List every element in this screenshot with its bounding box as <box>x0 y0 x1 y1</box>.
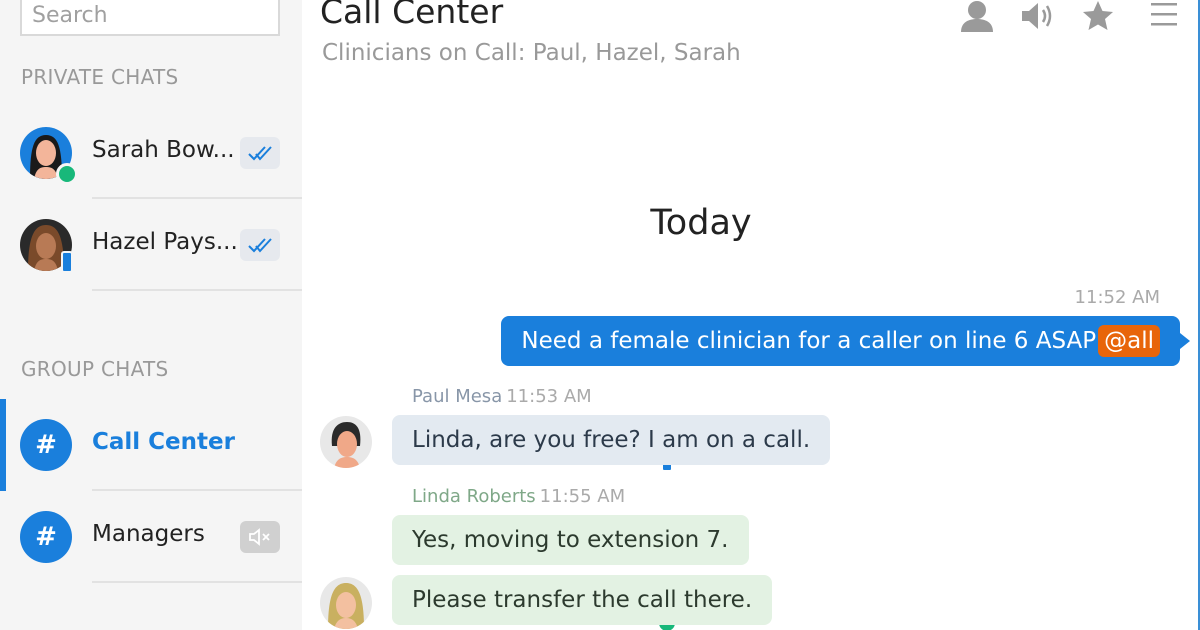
divider <box>92 289 302 291</box>
double-check-icon <box>248 146 272 161</box>
message-text: Need a female clinician for a caller on … <box>521 328 1097 354</box>
hamburger-icon <box>1151 3 1177 26</box>
group-chat-call-center[interactable]: # Call Center <box>0 399 302 491</box>
speaker-icon <box>1022 3 1052 29</box>
active-indicator <box>0 399 6 491</box>
sender-name: Linda Roberts <box>412 486 536 507</box>
room-title: Call Center <box>320 0 504 31</box>
sidebar: PRIVATE CHATS Sarah Bow... <box>0 0 302 630</box>
chat-name: Managers <box>92 521 205 547</box>
avatar <box>320 577 372 629</box>
incoming-message: Please transfer the call there. <box>392 575 773 625</box>
group-chats-heading: GROUP CHATS <box>21 357 169 381</box>
sender-name: Paul Mesa <box>412 386 503 407</box>
private-chat-hazel[interactable]: Hazel Pays... <box>0 199 302 291</box>
message-timestamp: 11:52 AM <box>1074 287 1160 308</box>
members-button[interactable] <box>957 0 997 34</box>
online-status-icon <box>56 163 78 185</box>
mute-icon <box>249 528 270 546</box>
message-timestamp: 11:55 AM <box>539 486 626 507</box>
avatar <box>320 416 372 468</box>
chat-name: Sarah Bow... <box>92 137 235 163</box>
menu-button[interactable] <box>1144 0 1184 34</box>
day-divider: Today <box>650 203 752 243</box>
sound-button[interactable] <box>1018 0 1058 34</box>
chat-name: Call Center <box>92 429 235 455</box>
read-receipt-badge <box>240 137 280 169</box>
chat-name: Hazel Pays... <box>92 229 238 255</box>
favorite-button[interactable] <box>1078 0 1118 34</box>
incoming-message: Yes, moving to extension 7. <box>392 515 749 565</box>
outgoing-message: Need a female clinician for a caller on … <box>501 316 1190 366</box>
private-chat-sarah[interactable]: Sarah Bow... <box>0 107 302 199</box>
star-icon <box>1083 1 1113 30</box>
message-text: Yes, moving to extension 7. <box>412 527 729 553</box>
message-text: Linda, are you free? I am on a call. <box>412 427 811 453</box>
mention-tag[interactable]: @all <box>1098 325 1160 357</box>
chat-panel: Call Center Clinicians on Call: Paul, Ha… <box>302 0 1200 630</box>
message-header: Linda Roberts 11:55 AM <box>412 486 625 507</box>
message-header: Paul Mesa 11:53 AM <box>412 386 592 407</box>
message-text: Please transfer the call there. <box>412 587 753 613</box>
bubble-tail <box>1180 333 1190 349</box>
double-check-icon <box>248 238 272 253</box>
hash-icon: # <box>20 511 72 563</box>
group-chat-managers[interactable]: # Managers <box>0 491 302 583</box>
hash-icon: # <box>20 419 72 471</box>
divider <box>92 581 302 583</box>
mobile-status-icon <box>61 251 73 273</box>
read-receipt-badge <box>240 229 280 261</box>
muted-badge <box>240 521 280 553</box>
private-chats-heading: PRIVATE CHATS <box>21 65 179 89</box>
message-timestamp: 11:53 AM <box>506 386 592 407</box>
person-icon <box>961 1 993 32</box>
search-input[interactable] <box>20 0 280 36</box>
room-subtitle: Clinicians on Call: Paul, Hazel, Sarah <box>322 40 741 66</box>
incoming-message: Linda, are you free? I am on a call. <box>392 415 831 465</box>
